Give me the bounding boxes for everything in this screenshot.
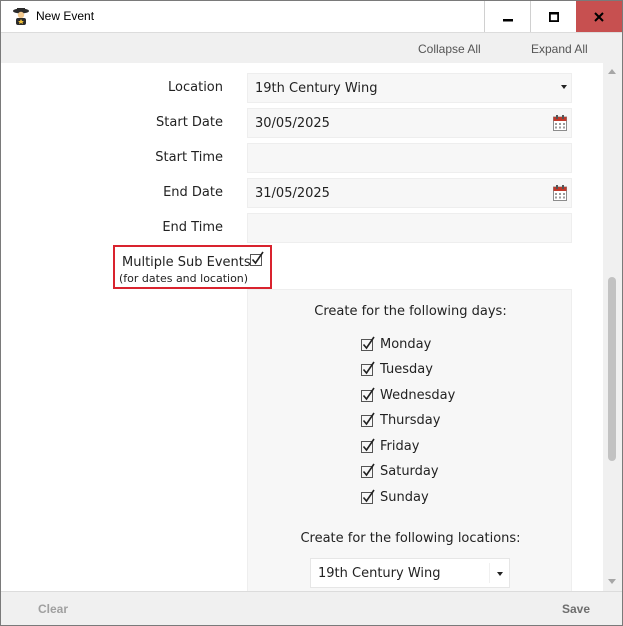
multiple-sub-events-checkbox[interactable] bbox=[249, 251, 265, 267]
end-time-label: End Time bbox=[162, 220, 223, 235]
form-content: Location 19th Century Wing Start Date 30… bbox=[1, 63, 603, 591]
checkbox-checked-icon[interactable] bbox=[360, 412, 376, 428]
checkbox-checked-icon[interactable] bbox=[360, 336, 376, 352]
day-label: Friday bbox=[380, 438, 420, 454]
end-date-label: End Date bbox=[163, 185, 223, 200]
end-date-field[interactable]: 31/05/2025 bbox=[247, 178, 572, 208]
day-thursday[interactable]: Thursday bbox=[360, 411, 440, 429]
day-label: Monday bbox=[380, 336, 432, 352]
window-title: New Event bbox=[36, 9, 95, 23]
footer-bar: Clear Save bbox=[1, 591, 622, 625]
maximize-icon bbox=[548, 11, 559, 22]
locations-heading: Create for the following locations: bbox=[300, 531, 521, 546]
chevron-down-icon bbox=[497, 572, 503, 576]
multiple-sub-events-note: (for dates and location) bbox=[119, 272, 249, 285]
sub-events-panel: Create for the following days: Monday Tu… bbox=[247, 289, 572, 591]
day-sunday[interactable]: Sunday bbox=[360, 488, 429, 506]
day-label: Sunday bbox=[380, 489, 429, 505]
day-tuesday[interactable]: Tuesday bbox=[360, 360, 433, 378]
start-date-field[interactable]: 30/05/2025 bbox=[247, 108, 572, 138]
day-monday[interactable]: Monday bbox=[360, 335, 431, 353]
scrollbar-thumb[interactable] bbox=[608, 277, 616, 461]
days-heading: Create for the following days: bbox=[314, 304, 507, 319]
close-button[interactable] bbox=[576, 1, 622, 32]
new-event-window: New Event Collapse All Expand All Locati… bbox=[0, 0, 623, 626]
multiple-sub-events-highlight: Multiple Sub Events (for dates and locat… bbox=[113, 245, 272, 289]
end-date-value: 31/05/2025 bbox=[255, 186, 330, 201]
sub-event-location-select[interactable]: 19th Century Wing bbox=[310, 558, 510, 588]
multiple-sub-events-label: Multiple Sub Events bbox=[122, 255, 251, 270]
calendar-icon[interactable] bbox=[553, 185, 567, 201]
toolbar: Collapse All Expand All bbox=[1, 32, 622, 63]
scroll-down-icon[interactable] bbox=[608, 579, 616, 584]
title-bar: New Event bbox=[1, 1, 622, 32]
location-value: 19th Century Wing bbox=[255, 81, 378, 96]
collapse-all-button[interactable]: Collapse All bbox=[418, 42, 481, 56]
day-label: Thursday bbox=[380, 412, 441, 428]
chevron-down-icon bbox=[561, 85, 567, 89]
close-icon bbox=[594, 11, 604, 22]
maximize-button[interactable] bbox=[530, 1, 576, 32]
app-icon bbox=[13, 8, 29, 25]
expand-all-button[interactable]: Expand All bbox=[531, 42, 588, 56]
sub-event-location-value: 19th Century Wing bbox=[318, 566, 441, 581]
checkbox-checked-icon[interactable] bbox=[360, 387, 376, 403]
day-label: Wednesday bbox=[380, 387, 456, 403]
checkbox-checked-icon[interactable] bbox=[360, 361, 376, 377]
end-time-field[interactable] bbox=[247, 213, 572, 243]
checkbox-checked-icon[interactable] bbox=[360, 489, 376, 505]
checkbox-checked-icon[interactable] bbox=[360, 463, 376, 479]
start-date-value: 30/05/2025 bbox=[255, 116, 330, 131]
save-button[interactable]: Save bbox=[562, 602, 590, 616]
minimize-icon bbox=[502, 18, 513, 21]
day-wednesday[interactable]: Wednesday bbox=[360, 386, 455, 404]
start-time-label: Start Time bbox=[155, 150, 223, 165]
location-label: Location bbox=[168, 80, 223, 95]
calendar-icon[interactable] bbox=[553, 115, 567, 131]
scroll-up-icon[interactable] bbox=[608, 69, 616, 74]
checkbox-checked-icon[interactable] bbox=[360, 438, 376, 454]
start-date-label: Start Date bbox=[156, 115, 223, 130]
clear-button[interactable]: Clear bbox=[38, 602, 68, 616]
vertical-scrollbar[interactable] bbox=[603, 63, 622, 591]
day-label: Saturday bbox=[380, 463, 439, 479]
day-saturday[interactable]: Saturday bbox=[360, 462, 439, 480]
start-time-field[interactable] bbox=[247, 143, 572, 173]
minimize-button[interactable] bbox=[484, 1, 530, 32]
select-divider bbox=[489, 563, 490, 583]
day-label: Tuesday bbox=[380, 361, 433, 377]
location-select[interactable]: 19th Century Wing bbox=[247, 73, 572, 103]
day-friday[interactable]: Friday bbox=[360, 437, 419, 455]
